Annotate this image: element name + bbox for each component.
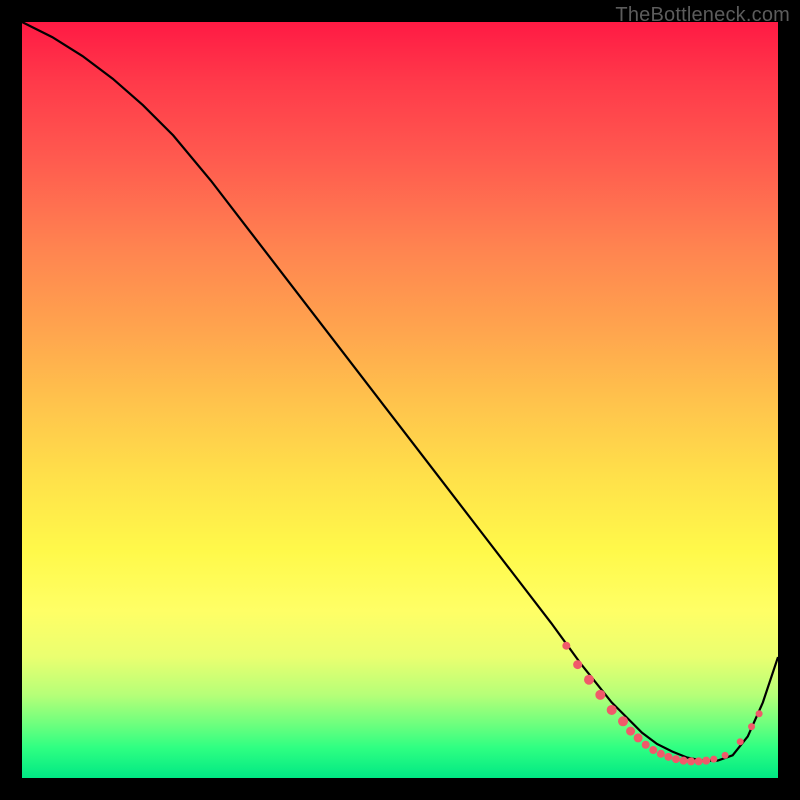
marker-dot (710, 756, 717, 763)
marker-dot (584, 675, 594, 685)
marker-dot (649, 746, 657, 754)
marker-dot (687, 757, 695, 765)
chart-svg (22, 22, 778, 778)
curve-line (22, 22, 778, 761)
marker-dot (607, 705, 617, 715)
marker-dot (664, 753, 672, 761)
marker-dot (756, 710, 763, 717)
marker-dot (702, 757, 710, 765)
marker-dot (634, 733, 643, 742)
marker-dot (626, 727, 635, 736)
marker-dot (657, 750, 665, 758)
marker-dot (695, 757, 703, 765)
marker-dot (680, 757, 688, 765)
marker-dot (672, 755, 680, 763)
marker-dot (595, 690, 605, 700)
marker-dot (722, 752, 729, 759)
marker-dot (573, 660, 582, 669)
chart-container: TheBottleneck.com (0, 0, 800, 800)
marker-dot (737, 738, 744, 745)
marker-dot (748, 723, 755, 730)
plot-area (22, 22, 778, 778)
marker-dot (642, 741, 650, 749)
marker-dot (618, 716, 628, 726)
marker-dot (562, 642, 570, 650)
